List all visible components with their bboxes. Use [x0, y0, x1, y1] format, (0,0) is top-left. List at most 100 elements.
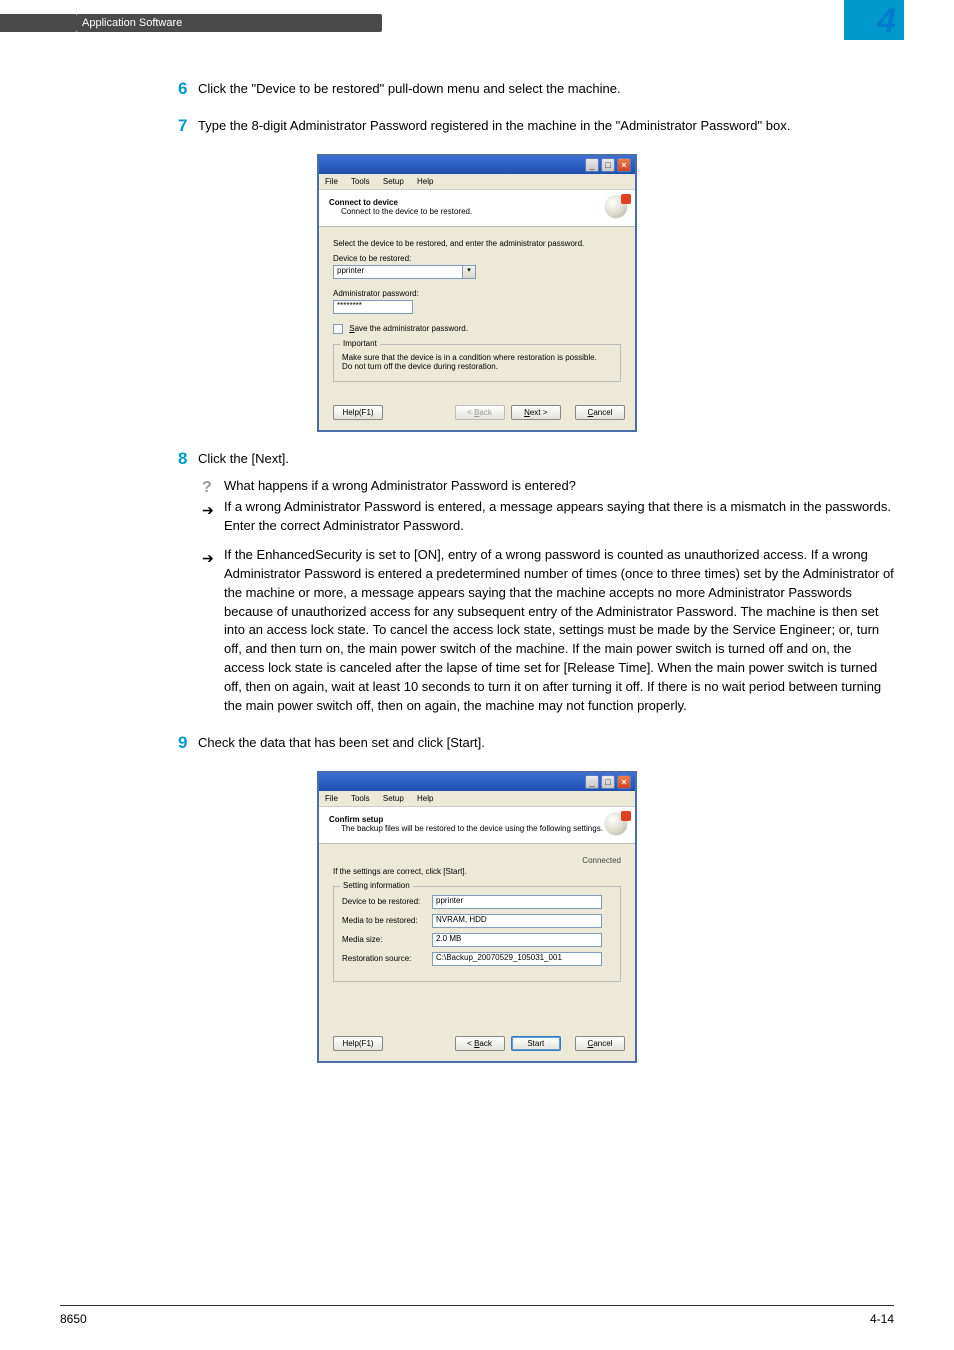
- page-header: Application Software 4: [0, 0, 954, 40]
- connected-status: Connected: [333, 856, 621, 865]
- menu-tools[interactable]: Tools: [351, 177, 370, 186]
- section-title: Application Software: [76, 14, 382, 32]
- question-text: What happens if a wrong Administrator Pa…: [224, 478, 576, 493]
- help-button[interactable]: Help(F1): [333, 1036, 383, 1051]
- setting-info-groupbox: Setting information Device to be restore…: [333, 886, 621, 982]
- wizard-title: Connect to device: [329, 198, 625, 207]
- row-source: Restoration source: C:\Backup_20070529_1…: [342, 952, 612, 966]
- page-content: 6 Click the "Device to be restored" pull…: [0, 40, 954, 1063]
- step-number: 8: [178, 447, 196, 472]
- step-text: Click the "Device to be restored" pull-d…: [198, 81, 621, 96]
- menu-setup[interactable]: Setup: [383, 794, 404, 803]
- wizard-title: Confirm setup: [329, 815, 625, 824]
- wizard-footer: Help(F1) < Back Next > Cancel: [319, 397, 635, 430]
- source-label: Restoration source:: [342, 954, 432, 963]
- chapter-number: 4: [877, 2, 896, 41]
- menu-file[interactable]: File: [325, 177, 338, 186]
- wizard-head: Confirm setup The backup files will be r…: [319, 807, 635, 844]
- menu-file[interactable]: File: [325, 794, 338, 803]
- dialog-connect: _ □ × File Tools Setup Help Connect to d…: [317, 154, 637, 432]
- menu-setup[interactable]: Setup: [383, 177, 404, 186]
- answer2-text: If the EnhancedSecurity is set to [ON], …: [224, 547, 894, 713]
- cancel-button[interactable]: Cancel: [575, 405, 625, 420]
- step-8-answer2: ➔ If the EnhancedSecurity is set to [ON]…: [198, 546, 894, 716]
- wizard-subtitle: The backup files will be restored to the…: [329, 824, 625, 833]
- step-8-question: ? What happens if a wrong Administrator …: [198, 477, 894, 496]
- device-dropdown[interactable]: pprinter: [333, 265, 463, 279]
- admin-password-input[interactable]: ********: [333, 300, 413, 314]
- size-label: Media size:: [342, 935, 432, 944]
- important-groupbox: Important Make sure that the device is i…: [333, 344, 621, 382]
- media-label: Media to be restored:: [342, 916, 432, 925]
- save-password-row: Save the administrator password.: [333, 324, 621, 334]
- start-button[interactable]: Start: [511, 1036, 561, 1051]
- dialog-confirm-wrapper: _ □ × File Tools Setup Help Confirm setu…: [60, 771, 894, 1063]
- media-value: NVRAM, HDD: [432, 914, 602, 928]
- step-text: Click the [Next].: [198, 451, 289, 466]
- size-value: 2.0 MB: [432, 933, 602, 947]
- device-value: pprinter: [432, 895, 602, 909]
- step-8-answer1: ➔ If a wrong Administrator Password is e…: [198, 498, 894, 536]
- footer-left: 8650: [60, 1312, 87, 1326]
- instruction-text: Select the device to be restored, and en…: [333, 239, 621, 248]
- save-password-checkbox[interactable]: [333, 324, 343, 334]
- help-button[interactable]: Help(F1): [333, 405, 383, 420]
- dropdown-arrow-icon[interactable]: ▾: [462, 265, 476, 279]
- wizard-footer: Help(F1) < Back Start Cancel: [319, 1028, 635, 1061]
- wizard-body: Select the device to be restored, and en…: [319, 227, 635, 397]
- row-size: Media size: 2.0 MB: [342, 933, 612, 947]
- wizard-body: Connected If the settings are correct, c…: [319, 844, 635, 1028]
- wizard-head: Connect to device Connect to the device …: [319, 190, 635, 227]
- back-button[interactable]: < Back: [455, 1036, 505, 1051]
- wizard-subtitle: Connect to the device to be restored.: [329, 207, 625, 216]
- source-value: C:\Backup_20070529_105031_001: [432, 952, 602, 966]
- maximize-button[interactable]: □: [601, 158, 615, 172]
- question-icon: ?: [202, 476, 212, 499]
- row-media: Media to be restored: NVRAM, HDD: [342, 914, 612, 928]
- row-device: Device to be restored: pprinter: [342, 895, 612, 909]
- important-line1: Make sure that the device is in a condit…: [342, 353, 612, 362]
- save-password-label: ave the administrator password.: [355, 324, 468, 333]
- admin-password-label: Administrator password:: [333, 289, 621, 298]
- minimize-button[interactable]: _: [585, 775, 599, 789]
- step-number: 6: [178, 77, 196, 102]
- titlebar: _ □ ×: [319, 773, 635, 791]
- titlebar: _ □ ×: [319, 156, 635, 174]
- menu-tools[interactable]: Tools: [351, 794, 370, 803]
- important-line2: Do not turn off the device during restor…: [342, 362, 612, 371]
- step-text: Type the 8-digit Administrator Password …: [198, 118, 790, 133]
- dialog-confirm: _ □ × File Tools Setup Help Confirm setu…: [317, 771, 637, 1063]
- cancel-button[interactable]: Cancel: [575, 1036, 625, 1051]
- arrow-icon: ➔: [202, 548, 214, 568]
- menu-help[interactable]: Help: [417, 794, 433, 803]
- instruction-text: If the settings are correct, click [Star…: [333, 867, 621, 876]
- arrow-icon: ➔: [202, 500, 214, 520]
- back-button[interactable]: < Back: [455, 405, 505, 420]
- step-8-sublist: ? What happens if a wrong Administrator …: [198, 477, 894, 716]
- setting-info-title: Setting information: [340, 881, 413, 890]
- step-9: 9 Check the data that has been set and c…: [60, 734, 894, 753]
- step-8: 8 Click the [Next]. ? What happens if a …: [60, 450, 894, 716]
- important-title: Important: [340, 339, 380, 348]
- dialog-connect-wrapper: _ □ × File Tools Setup Help Connect to d…: [60, 154, 894, 432]
- menu-help[interactable]: Help: [417, 177, 433, 186]
- device-label: Device to be restored:: [333, 254, 621, 263]
- maximize-button[interactable]: □: [601, 775, 615, 789]
- wizard-icon: [605, 813, 627, 835]
- device-label: Device to be restored:: [342, 897, 432, 906]
- next-button[interactable]: Next >: [511, 405, 561, 420]
- step-text: Check the data that has been set and cli…: [198, 735, 485, 750]
- step-7: 7 Type the 8-digit Administrator Passwor…: [60, 117, 894, 136]
- step-6: 6 Click the "Device to be restored" pull…: [60, 80, 894, 99]
- answer1-text: If a wrong Administrator Password is ent…: [224, 499, 891, 533]
- menubar: File Tools Setup Help: [319, 174, 635, 190]
- close-button[interactable]: ×: [617, 158, 631, 172]
- minimize-button[interactable]: _: [585, 158, 599, 172]
- page-footer: 8650 4-14: [60, 1305, 894, 1326]
- close-button[interactable]: ×: [617, 775, 631, 789]
- step-number: 7: [178, 114, 196, 139]
- menubar: File Tools Setup Help: [319, 791, 635, 807]
- footer-right: 4-14: [870, 1312, 894, 1326]
- wizard-icon: [605, 196, 627, 218]
- step-number: 9: [178, 731, 196, 756]
